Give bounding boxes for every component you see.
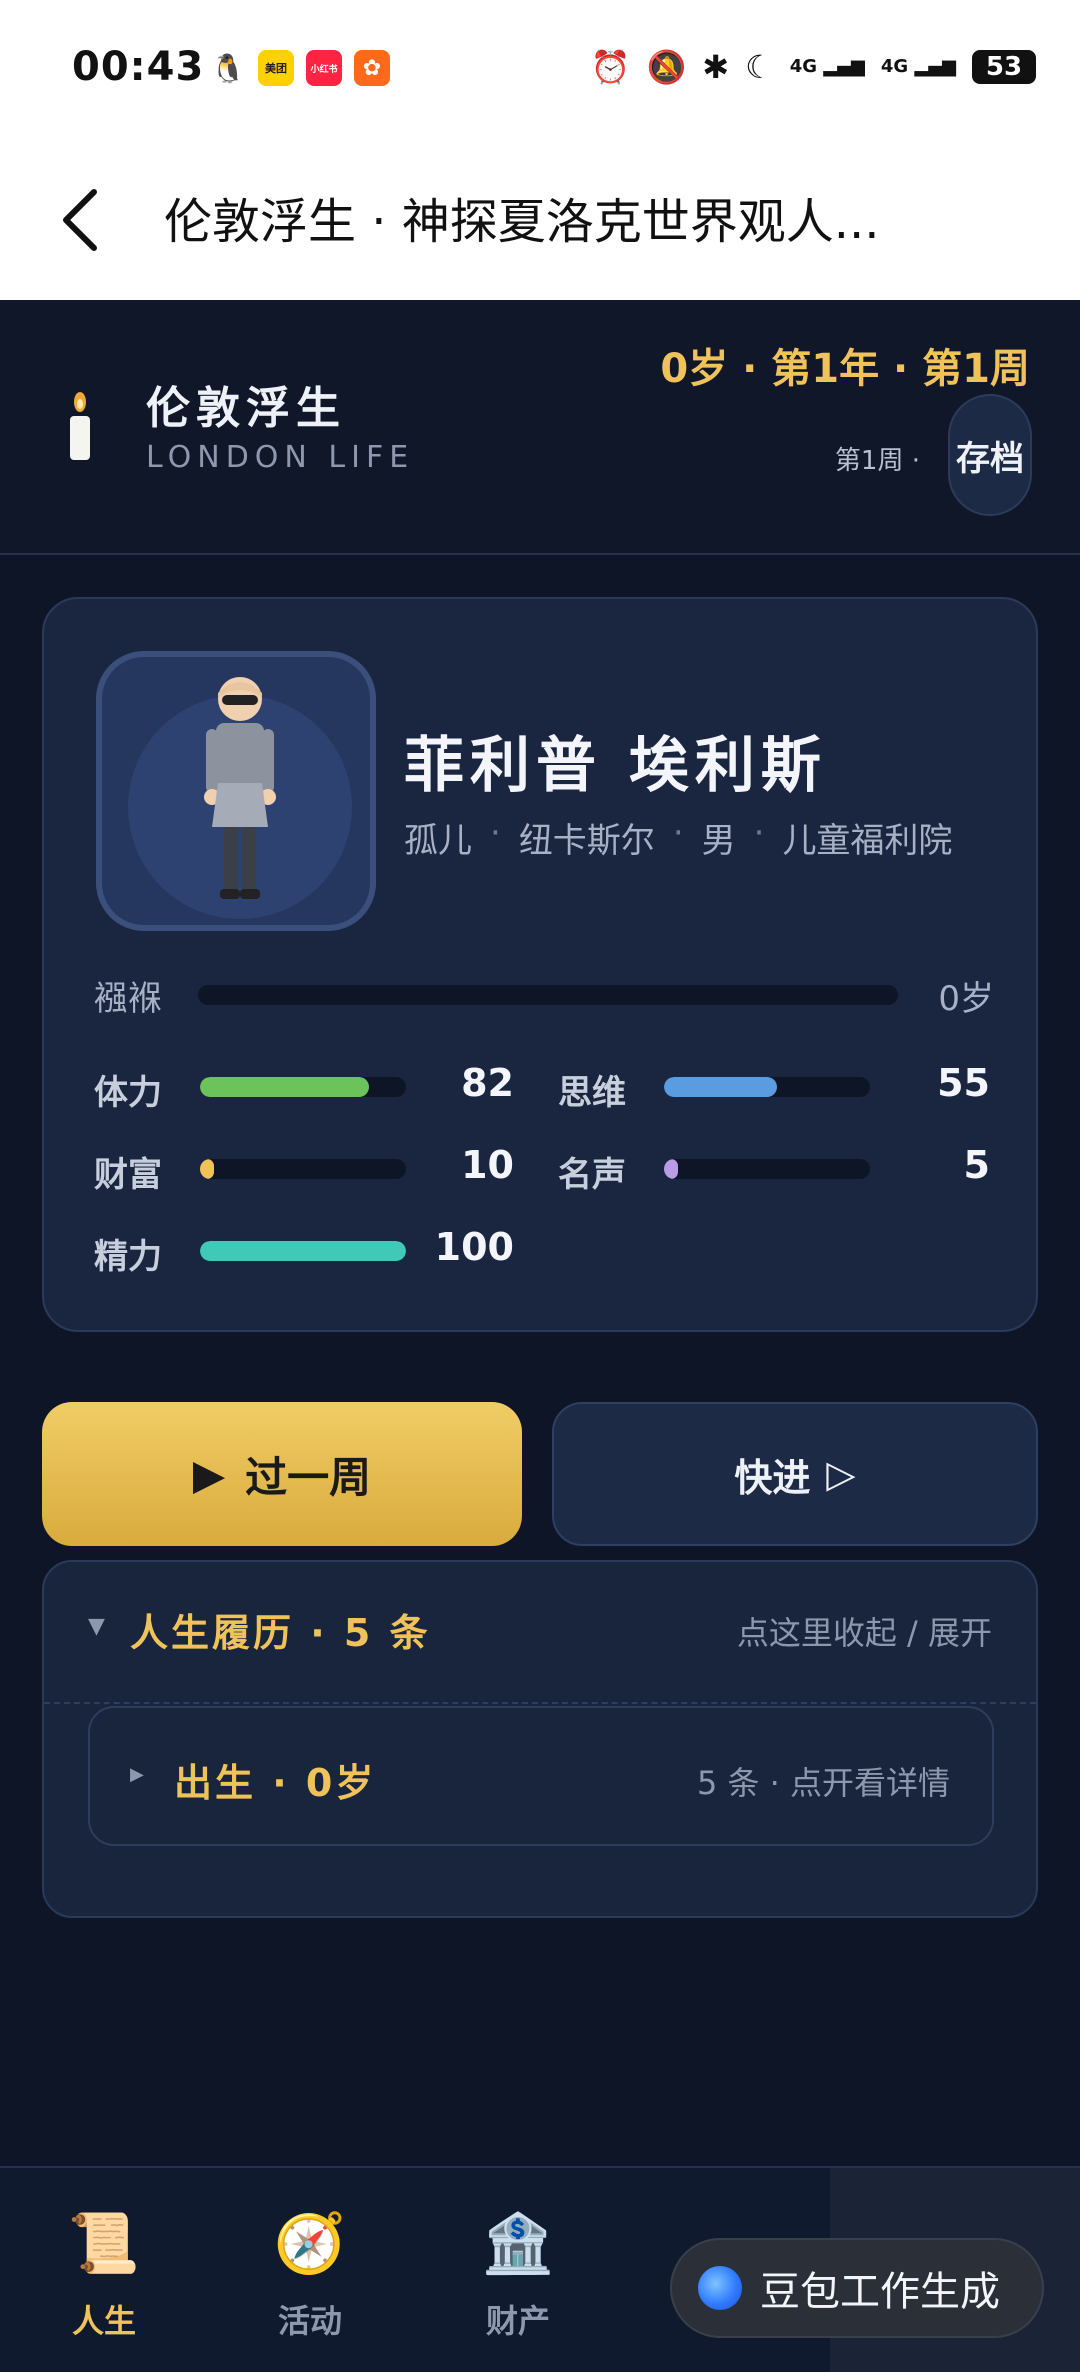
tag-separator: · bbox=[490, 813, 501, 853]
nav-item-activity[interactable]: 🧭 活动 bbox=[250, 2208, 370, 2342]
doubao-logo-icon bbox=[698, 2266, 742, 2310]
xiaohongshu-icon: 小红书 bbox=[306, 50, 342, 86]
character-name: 菲利普 埃利斯 bbox=[404, 731, 827, 801]
stat-value: 82 bbox=[461, 1061, 514, 1105]
tag-separator: · bbox=[672, 813, 684, 853]
character-illustration bbox=[128, 677, 352, 919]
stat-mind: 思维 55 bbox=[558, 1061, 990, 1113]
signal-icon-2: 4G ▂▄▆ bbox=[880, 56, 956, 77]
life-history-header[interactable]: ▼ 人生履历 · 5 条 点这里收起 / 展开 bbox=[44, 1562, 1036, 1704]
stat-label: 精力 bbox=[94, 1237, 162, 1277]
caret-down-icon: ▼ bbox=[88, 1614, 105, 1639]
status-time: 00:43 bbox=[72, 44, 205, 90]
life-stage-row: 襁褓 0岁 bbox=[94, 967, 994, 1019]
compass-icon: 🧭 bbox=[273, 2209, 347, 2277]
stat-label: 名声 bbox=[558, 1155, 626, 1195]
stat-label: 思维 bbox=[558, 1073, 626, 1113]
tag-residence: 儿童福利院 bbox=[782, 821, 953, 861]
stat-value: 55 bbox=[937, 1061, 990, 1105]
stat-value: 10 bbox=[461, 1143, 514, 1187]
mute-bell-icon: 🔕 bbox=[646, 48, 687, 86]
caret-right-icon: ▶ bbox=[130, 1764, 144, 1785]
stat-value: 5 bbox=[963, 1143, 990, 1187]
tag-separator: · bbox=[753, 813, 765, 853]
life-stage-label: 襁褓 bbox=[94, 979, 162, 1019]
scroll-icon: 📜 bbox=[67, 2209, 141, 2277]
stat-fame: 名声 5 bbox=[558, 1143, 990, 1195]
play-icon: ▶ bbox=[192, 1449, 226, 1499]
status-indicators: ⏰ 🔕 ✱ ☾ 4G ▂▄▆ 4G ▂▄▆ 53 bbox=[591, 48, 1036, 86]
meituan-icon: 美团 bbox=[258, 50, 294, 86]
back-arrow-icon[interactable] bbox=[52, 180, 112, 260]
collapse-hint: 点这里收起 / 展开 bbox=[736, 1614, 992, 1652]
stat-bar bbox=[200, 1077, 406, 1097]
save-button[interactable]: 存档 bbox=[948, 394, 1032, 516]
stat-bar-fill bbox=[664, 1159, 679, 1179]
brand-subtitle: LONDON LIFE bbox=[146, 440, 415, 475]
stat-bar-fill bbox=[200, 1241, 406, 1261]
battery-icon: 53 bbox=[972, 50, 1036, 84]
history-entry-title: 出生 · 0岁 bbox=[174, 1761, 377, 1805]
stat-bar-fill bbox=[664, 1077, 778, 1097]
candle-icon bbox=[70, 392, 90, 460]
stat-bar-fill bbox=[200, 1077, 369, 1097]
signal-icon: 4G ▂▄▆ bbox=[789, 56, 865, 77]
next-week-button[interactable]: ▶ 过一周 bbox=[42, 1402, 522, 1546]
doubao-generate-button[interactable]: 豆包工作生成 bbox=[670, 2238, 1044, 2338]
page-title: 伦敦浮生 · 神探夏洛克世界观人... bbox=[164, 194, 880, 250]
tag-origin: 孤儿 bbox=[404, 821, 472, 861]
stat-bar bbox=[200, 1159, 406, 1179]
bluetooth-icon: ✱ bbox=[702, 48, 730, 86]
status-app-icons: 🐧 美团 小红书 ✿ bbox=[210, 50, 390, 86]
avatar bbox=[96, 651, 376, 931]
history-entry-hint: 5 条 · 点开看详情 bbox=[696, 1764, 950, 1802]
life-history-title: 人生履历 · 5 条 bbox=[130, 1611, 431, 1655]
taobao-special-icon: ✿ bbox=[354, 50, 390, 86]
nav-item-life[interactable]: 📜 人生 bbox=[44, 2208, 164, 2342]
qq-icon: 🐧 bbox=[210, 50, 246, 86]
stat-bar bbox=[664, 1159, 870, 1179]
doubao-label: 豆包工作生成 bbox=[760, 2269, 1000, 2315]
stat-bar-fill bbox=[200, 1159, 215, 1179]
bank-icon: 🏦 bbox=[481, 2209, 555, 2277]
next-week-label: 过一周 bbox=[245, 1452, 372, 1502]
nav-label: 财产 bbox=[485, 2302, 550, 2340]
profile-card: 菲利普 埃利斯 孤儿 · 纽卡斯尔 · 男 · 儿童福利院 襁褓 0岁 体力 8… bbox=[42, 597, 1038, 1332]
play-outline-icon: ▷ bbox=[826, 1452, 856, 1496]
game-header: 伦敦浮生 LONDON LIFE 0岁 · 第1年 · 第1周 第1周 · 存档 bbox=[0, 300, 1080, 555]
stat-label: 财富 bbox=[94, 1155, 162, 1195]
tag-city: 纽卡斯尔 bbox=[518, 821, 655, 861]
life-history-panel: ▼ 人生履历 · 5 条 点这里收起 / 展开 ▶ 出生 · 0岁 5 条 · … bbox=[42, 1560, 1038, 1918]
nav-label: 人生 bbox=[71, 2302, 136, 2340]
stat-value: 100 bbox=[434, 1225, 514, 1269]
alarm-icon: ⏰ bbox=[590, 48, 631, 86]
nav-item-assets[interactable]: 🏦 财产 bbox=[458, 2208, 578, 2342]
stat-bar bbox=[200, 1241, 406, 1261]
stat-label: 体力 bbox=[94, 1073, 162, 1113]
fast-forward-label: 快进 bbox=[734, 1455, 811, 1500]
fast-forward-button[interactable]: 快进 ▷ bbox=[552, 1402, 1038, 1546]
nav-label: 活动 bbox=[277, 2302, 342, 2340]
title-bar: 伦敦浮生 · 神探夏洛克世界观人... bbox=[0, 140, 1080, 300]
stat-wealth: 财富 10 bbox=[94, 1143, 514, 1195]
stat-bar bbox=[664, 1077, 870, 1097]
stat-energy: 精力 100 bbox=[94, 1225, 514, 1277]
age-value: 0岁 bbox=[938, 979, 994, 1019]
moon-icon: ☾ bbox=[745, 48, 774, 86]
age-progress-bar bbox=[198, 985, 898, 1005]
age-week-indicator: 0岁 · 第1年 · 第1周 bbox=[660, 346, 1030, 392]
week-small-label: 第1周 · bbox=[834, 446, 920, 476]
character-tags: 孤儿 · 纽卡斯尔 · 男 · 儿童福利院 bbox=[404, 813, 952, 862]
status-bar: 00:43 🐧 美团 小红书 ✿ ⏰ 🔕 ✱ ☾ 4G ▂▄▆ 4G ▂▄▆ 5… bbox=[0, 0, 1080, 140]
tag-gender: 男 bbox=[701, 821, 736, 861]
brand-title: 伦敦浮生 bbox=[146, 383, 346, 434]
history-entry-birth[interactable]: ▶ 出生 · 0岁 5 条 · 点开看详情 bbox=[88, 1706, 994, 1846]
stat-stamina: 体力 82 bbox=[94, 1061, 514, 1113]
